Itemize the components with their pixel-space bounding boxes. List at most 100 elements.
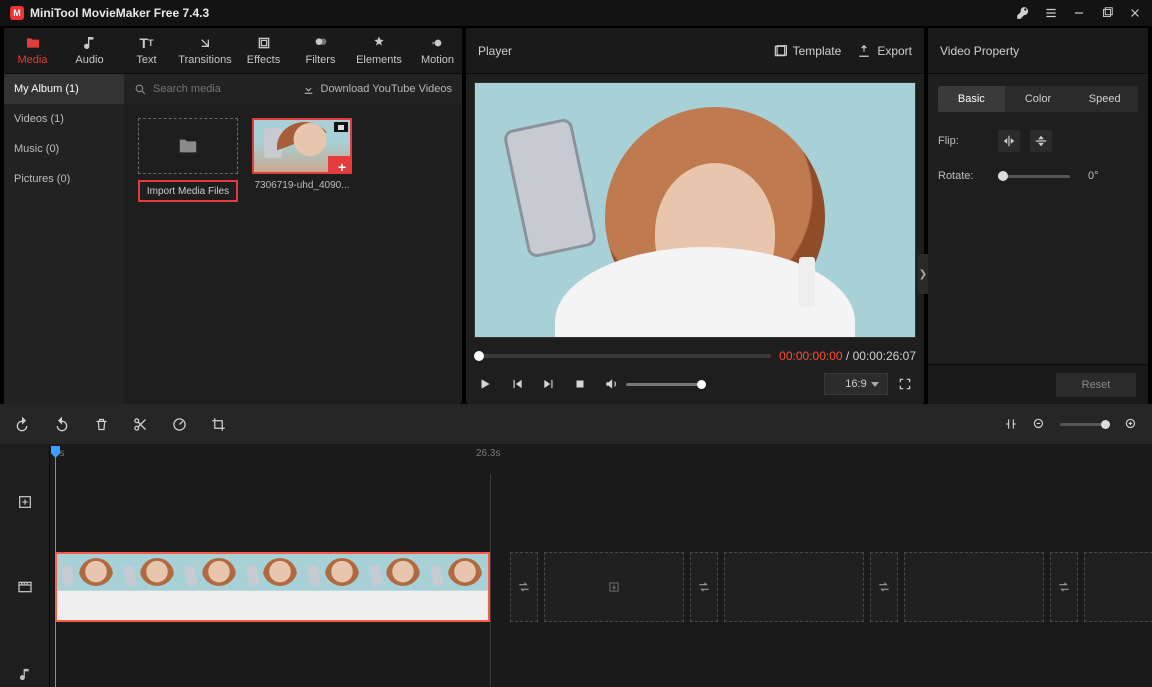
prop-tab-speed[interactable]: Speed [1071, 86, 1138, 112]
property-panel: Video Property ❯ Basic Color Speed Flip:… [928, 28, 1148, 404]
flip-horizontal-button[interactable] [998, 130, 1020, 152]
app-title: MiniTool MovieMaker Free 7.4.3 [30, 6, 209, 20]
media-clip-label: 7306719-uhd_4090... [252, 180, 352, 191]
prev-frame-button[interactable] [510, 377, 524, 391]
tab-text-label: Text [136, 54, 156, 66]
maximize-button[interactable] [1100, 6, 1114, 20]
transition-slot[interactable] [1050, 552, 1078, 622]
undo-button[interactable] [14, 416, 30, 432]
zoom-slider[interactable] [1060, 423, 1110, 426]
tab-effects-label: Effects [247, 54, 280, 66]
tab-text[interactable]: TT Text [118, 28, 175, 73]
flip-label: Flip: [938, 135, 988, 147]
prop-tab-color[interactable]: Color [1005, 86, 1072, 112]
template-button[interactable]: Template [773, 44, 842, 58]
tab-audio-label: Audio [75, 54, 103, 66]
rotate-value: 0° [1088, 170, 1099, 182]
audio-track[interactable] [50, 654, 1152, 687]
empty-clip-slot[interactable] [544, 552, 684, 622]
empty-clip-slot[interactable] [904, 552, 1044, 622]
tab-filters-label: Filters [306, 54, 336, 66]
tab-filters[interactable]: Filters [292, 28, 349, 73]
property-tabs: Basic Color Speed [938, 86, 1138, 112]
tab-audio[interactable]: Audio [61, 28, 118, 73]
tab-elements-label: Elements [356, 54, 402, 66]
stop-button[interactable] [574, 378, 586, 390]
empty-clip-slot[interactable] [724, 552, 864, 622]
template-label: Template [793, 44, 842, 58]
zoom-in-button[interactable] [1124, 417, 1138, 431]
transition-slot[interactable] [510, 552, 538, 622]
time-ruler[interactable]: 0s 26.3s [50, 444, 1152, 474]
timeline-fit-button[interactable] [1004, 417, 1018, 431]
video-track[interactable] [50, 552, 1152, 622]
media-sidebar: My Album (1) Videos (1) Music (0) Pictur… [4, 74, 124, 404]
add-clip-button[interactable]: + [328, 156, 352, 174]
transition-slot[interactable] [690, 552, 718, 622]
sidebar-item-videos[interactable]: Videos (1) [4, 104, 124, 134]
tab-media[interactable]: Media [4, 28, 61, 73]
speed-button[interactable] [172, 417, 187, 432]
add-track-button[interactable] [0, 484, 50, 520]
crop-button[interactable] [211, 417, 226, 432]
redo-button[interactable] [54, 416, 70, 432]
minimize-button[interactable] [1072, 6, 1086, 20]
next-frame-button[interactable] [542, 377, 556, 391]
text-icon: TT [139, 35, 155, 51]
volume-slider[interactable] [626, 383, 706, 386]
template-icon [773, 44, 787, 58]
reset-button[interactable]: Reset [1056, 373, 1136, 397]
timeline-toolbar [0, 404, 1152, 444]
rotate-label: Rotate: [938, 170, 988, 182]
flip-vertical-button[interactable] [1030, 130, 1052, 152]
seek-bar[interactable] [474, 354, 771, 358]
menu-icon[interactable] [1044, 6, 1058, 20]
sidebar-item-music[interactable]: Music (0) [4, 134, 124, 164]
total-duration: 00:00:26:07 [853, 349, 916, 363]
import-media-label: Import Media Files [138, 180, 238, 202]
music-note-icon [82, 35, 98, 51]
license-key-icon[interactable] [1016, 6, 1030, 20]
search-input[interactable] [153, 83, 273, 95]
playhead[interactable] [55, 446, 56, 687]
sidebar-item-myalbum[interactable]: My Album (1) [4, 74, 124, 104]
export-button[interactable]: Export [857, 44, 912, 58]
tab-effects[interactable]: Effects [235, 28, 292, 73]
main-tool-tabs: Media Audio TT Text Transitions Effects … [4, 28, 462, 74]
motion-icon [430, 35, 446, 51]
media-panel: Media Audio TT Text Transitions Effects … [4, 28, 462, 404]
import-media-card[interactable]: Import Media Files [138, 118, 238, 202]
video-preview[interactable] [474, 82, 916, 338]
delete-button[interactable] [94, 417, 109, 432]
media-clip-thumbnail: + [252, 118, 352, 174]
transition-slot[interactable] [870, 552, 898, 622]
aspect-ratio-select[interactable]: 16:9 [824, 373, 888, 395]
fullscreen-button[interactable] [898, 377, 912, 391]
effects-icon [256, 35, 272, 51]
elements-icon [371, 35, 387, 51]
play-button[interactable] [478, 377, 492, 391]
download-youtube-label: Download YouTube Videos [321, 83, 453, 95]
media-clip-card[interactable]: + 7306719-uhd_4090... [252, 118, 352, 191]
export-label: Export [877, 44, 912, 58]
prop-tab-basic[interactable]: Basic [938, 86, 1005, 112]
filters-icon [313, 35, 329, 51]
download-youtube-button[interactable]: Download YouTube Videos [302, 83, 453, 96]
panel-expand-handle[interactable]: ❯ [918, 254, 928, 294]
split-button[interactable] [133, 417, 148, 432]
tab-motion[interactable]: Motion [409, 28, 466, 73]
zoom-out-button[interactable] [1032, 417, 1046, 431]
search-icon [134, 83, 147, 96]
tab-transitions[interactable]: Transitions [175, 28, 235, 73]
volume-icon[interactable] [604, 377, 618, 391]
empty-clip-slot[interactable] [1084, 552, 1152, 622]
close-button[interactable] [1128, 6, 1142, 20]
tab-elements[interactable]: Elements [349, 28, 409, 73]
timeline-clip[interactable] [55, 552, 490, 622]
sidebar-item-pictures[interactable]: Pictures (0) [4, 164, 124, 194]
rotate-slider[interactable] [998, 175, 1070, 178]
timeline[interactable]: 0s 26.3s [0, 444, 1152, 687]
download-icon [302, 83, 315, 96]
player-title: Player [478, 44, 512, 58]
app-icon: M [10, 6, 24, 20]
